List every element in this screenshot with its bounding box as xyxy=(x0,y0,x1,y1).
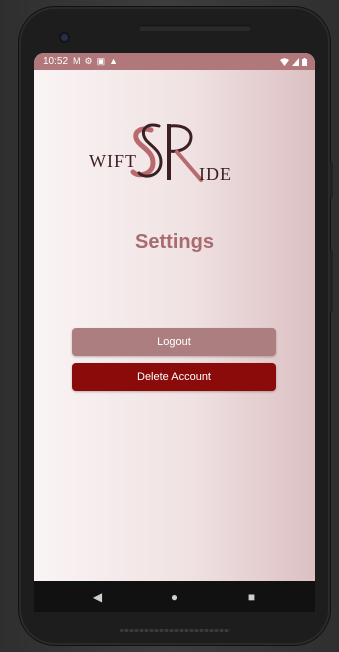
status-bar: 10:52 M ⚙ ▣ ▲ xyxy=(34,53,315,70)
earpiece-speaker xyxy=(139,25,251,31)
delete-account-button[interactable]: Delete Account xyxy=(72,363,276,391)
sim-icon: ▣ xyxy=(96,56,106,66)
status-system-icons xyxy=(280,57,307,66)
upload-icon: ▲ xyxy=(109,56,119,66)
gmail-icon: M xyxy=(73,56,81,66)
home-icon[interactable]: ● xyxy=(165,590,185,604)
volume-rocker xyxy=(330,250,333,312)
logo-right-text: IDE xyxy=(199,164,232,184)
recents-icon[interactable]: ■ xyxy=(242,590,262,604)
logout-button[interactable]: Logout xyxy=(72,328,276,356)
bottom-speaker-grille xyxy=(120,629,230,632)
app-screen: 10:52 M ⚙ ▣ ▲ WIFT IDE Settings Logout D… xyxy=(34,53,315,581)
power-button xyxy=(330,162,333,198)
battery-icon xyxy=(302,57,307,66)
logo-left-text: WIFT xyxy=(89,151,137,171)
back-icon[interactable]: ◀ xyxy=(88,590,108,604)
device-background: 10:52 M ⚙ ▣ ▲ WIFT IDE Settings Logout D… xyxy=(0,0,339,652)
gear-icon: ⚙ xyxy=(84,56,93,66)
page-title: Settings xyxy=(135,231,214,253)
wifi-icon xyxy=(280,57,289,66)
status-notification-icons: M ⚙ ▣ ▲ xyxy=(73,56,118,67)
signal-icon xyxy=(292,57,299,66)
app-logo: WIFT IDE xyxy=(89,123,232,184)
status-time: 10:52 xyxy=(43,56,69,67)
front-camera xyxy=(61,34,68,41)
android-navigation-bar: ◀ ● ■ xyxy=(34,581,315,612)
